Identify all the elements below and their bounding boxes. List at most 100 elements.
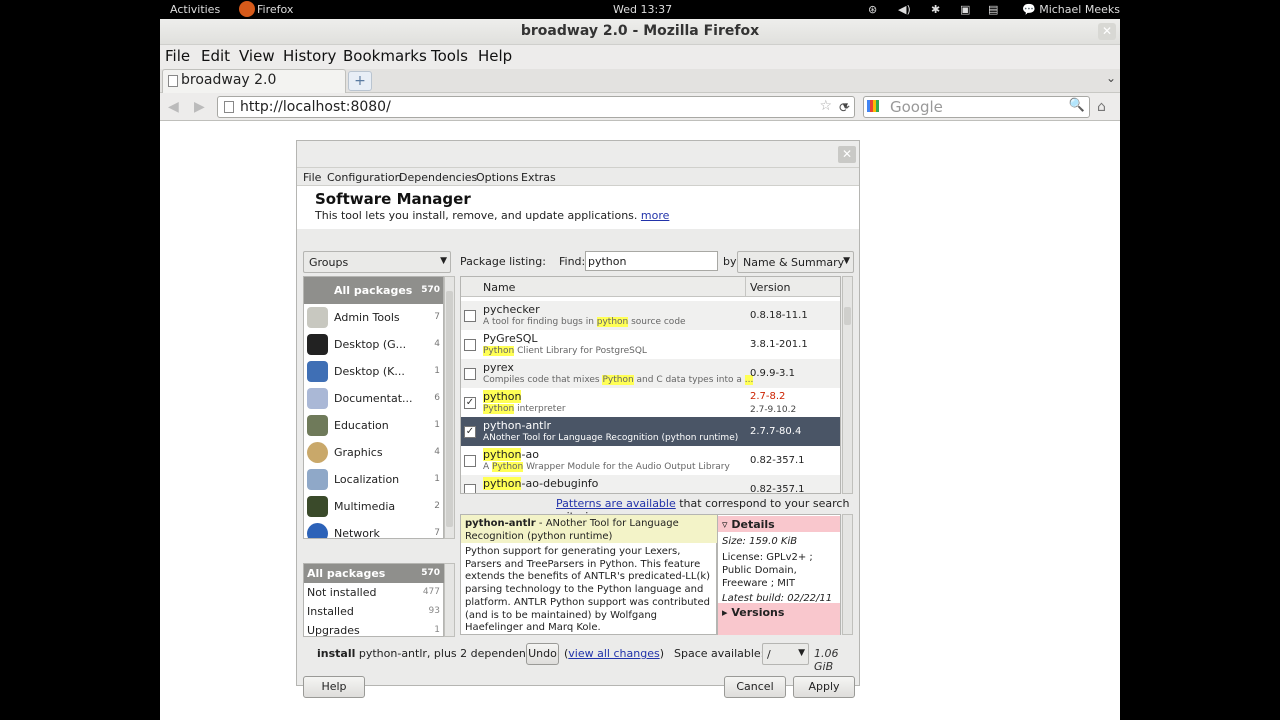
details-scrollbar[interactable] <box>842 514 853 635</box>
dialog-menu-dependencies[interactable]: Dependencies <box>399 171 477 184</box>
view-all-changes-link[interactable]: view all changes <box>568 647 659 660</box>
dialog-menu-options[interactable]: Options <box>476 171 518 184</box>
cancel-button[interactable]: Cancel <box>724 676 786 698</box>
menu-help[interactable]: Help <box>478 47 512 65</box>
firefox-icon <box>239 1 255 17</box>
filter-installed[interactable]: Installed 93 <box>304 602 444 621</box>
navigation-bar: ◀ ▶ http://localhost:8080/ ☆ ▾ ⟳ Google … <box>160 93 1120 121</box>
undo-button[interactable]: Undo <box>526 643 559 665</box>
group-multimedia[interactable]: Multimedia 2 <box>304 493 443 520</box>
group-graphics[interactable]: Graphics 4 <box>304 439 443 466</box>
group-education[interactable]: Education 1 <box>304 412 443 439</box>
apply-button[interactable]: Apply <box>793 676 855 698</box>
versions-label: Versions <box>731 606 785 619</box>
filter-all-packages[interactable]: All packages 570 <box>304 564 444 583</box>
volume-combo[interactable]: / ▼ <box>762 643 809 665</box>
package-scrollbar[interactable] <box>842 276 853 494</box>
app-menu[interactable]: Firefox <box>257 3 293 16</box>
search-icon[interactable]: 🔍 <box>1069 98 1085 113</box>
url-bar[interactable]: http://localhost:8080/ ☆ ▾ <box>217 96 855 118</box>
table-row[interactable]: ✓ python Python interpreter 2.7-8.2 2.7-… <box>461 388 840 417</box>
details-license: License: GPLv2+ ; Public Domain, Freewar… <box>722 552 813 589</box>
table-row[interactable]: python-ao A Python Wrapper Module for th… <box>461 446 840 475</box>
dialog-menu-configuration[interactable]: Configuration <box>327 171 402 184</box>
dialog-menu-file[interactable]: File <box>303 171 321 184</box>
table-row[interactable]: pychecker A tool for finding bugs in pyt… <box>461 301 840 330</box>
group-all-packages[interactable]: All packages 570 <box>304 277 443 304</box>
close-icon[interactable]: ✕ <box>838 146 856 163</box>
tab-broadway[interactable]: broadway 2.0 <box>162 69 346 93</box>
groups-scrollbar[interactable] <box>444 276 455 539</box>
network-icon[interactable]: ▣ <box>960 3 970 16</box>
help-button[interactable]: Help <box>303 676 365 698</box>
more-link[interactable]: more <box>641 209 670 222</box>
column-divider[interactable] <box>745 277 746 296</box>
package-version: 0.82-357.1 <box>750 455 805 466</box>
close-icon[interactable]: ✕ <box>1098 23 1116 40</box>
package-checkbox[interactable] <box>464 455 476 467</box>
tools-icon <box>307 307 328 328</box>
group-label: Desktop (K... <box>334 365 405 378</box>
activities-button[interactable]: Activities <box>170 3 220 16</box>
chevron-down-icon[interactable]: ⌄ <box>1106 71 1116 85</box>
package-checkbox[interactable] <box>464 484 476 493</box>
group-localization[interactable]: Localization 1 <box>304 466 443 493</box>
table-row[interactable]: python-ao-debuginfo 0.82-357.1 <box>461 475 840 493</box>
group-desktop-gnome[interactable]: Desktop (G... 4 <box>304 331 443 358</box>
package-checkbox-checked[interactable]: ✓ <box>464 397 476 409</box>
column-name[interactable]: Name <box>483 281 515 294</box>
table-row-selected[interactable]: ✓ python-antlr ANother Tool for Language… <box>461 417 840 446</box>
menu-view[interactable]: View <box>239 47 275 65</box>
package-summary: Compiles code that mixes Python and C da… <box>483 375 754 385</box>
package-checkbox[interactable] <box>464 310 476 322</box>
dialog-menu-bar: File Configuration Dependencies Options … <box>297 167 859 186</box>
filter-not-installed[interactable]: Not installed 477 <box>304 583 444 602</box>
volume-icon[interactable]: ◀) <box>898 3 911 16</box>
group-network[interactable]: Network 7 <box>304 520 443 538</box>
menu-file[interactable]: File <box>165 47 190 65</box>
star-icon[interactable]: ☆ <box>819 98 832 114</box>
package-checkbox[interactable] <box>464 368 476 380</box>
power-icon[interactable]: ▤ <box>988 3 998 16</box>
find-input[interactable]: python <box>585 251 718 271</box>
versions-expander[interactable]: ▸ Versions <box>718 603 840 635</box>
bluetooth-icon[interactable]: ✱ <box>931 3 940 16</box>
forward-icon[interactable]: ▶ <box>194 99 205 115</box>
table-row[interactable]: pyrex Compiles code that mixes Python an… <box>461 359 840 388</box>
package-checkbox-checked[interactable]: ✓ <box>464 426 476 438</box>
package-name: pychecker <box>483 303 540 316</box>
filter-upgrades[interactable]: Upgrades 1 <box>304 621 444 640</box>
group-admin-tools[interactable]: Admin Tools 7 <box>304 304 443 331</box>
group-documentation[interactable]: Documentat... 6 <box>304 385 443 412</box>
group-desktop-kde[interactable]: Desktop (K... 1 <box>304 358 443 385</box>
scrollbar-thumb[interactable] <box>446 291 453 527</box>
reload-icon[interactable]: ⟳ <box>839 101 850 116</box>
package-name: python <box>483 390 522 403</box>
pending-changes: install python-antlr, plus 2 dependencie… <box>317 647 547 660</box>
home-icon[interactable]: ⌂ <box>1097 99 1106 115</box>
table-row[interactable]: PyGreSQL Python Client Library for Postg… <box>461 330 840 359</box>
package-table: Name Version pychecker A tool for findin… <box>460 276 841 494</box>
filter-label: All packages <box>307 567 386 580</box>
menu-tools[interactable]: Tools <box>431 47 468 65</box>
search-input[interactable]: Google 🔍 <box>863 96 1090 118</box>
user-menu[interactable]: 💬 Michael Meeks <box>1022 3 1120 16</box>
column-version[interactable]: Version <box>750 281 790 294</box>
patterns-link[interactable]: Patterns are available <box>556 497 676 510</box>
dialog-menu-extras[interactable]: Extras <box>521 171 556 184</box>
scrollbar-thumb[interactable] <box>844 307 851 325</box>
clock[interactable]: Wed 13:37 <box>613 3 672 16</box>
menu-bookmarks[interactable]: Bookmarks <box>343 47 427 65</box>
menu-edit[interactable]: Edit <box>201 47 230 65</box>
package-checkbox[interactable] <box>464 339 476 351</box>
menu-history[interactable]: History <box>283 47 336 65</box>
search-field-combo[interactable]: Name & Summary ▼ <box>737 251 854 273</box>
package-summary: A tool for finding bugs in python source… <box>483 317 686 327</box>
details-expander[interactable]: ▿ Details <box>718 516 840 532</box>
new-tab-button[interactable]: + <box>348 71 372 91</box>
accessibility-icon[interactable]: ⊛ <box>868 3 877 16</box>
back-icon[interactable]: ◀ <box>168 99 179 115</box>
groups-combo[interactable]: Groups ▼ <box>303 251 451 273</box>
filter-scrollbar[interactable] <box>444 563 455 637</box>
groups-combo-label: Groups <box>309 256 349 269</box>
